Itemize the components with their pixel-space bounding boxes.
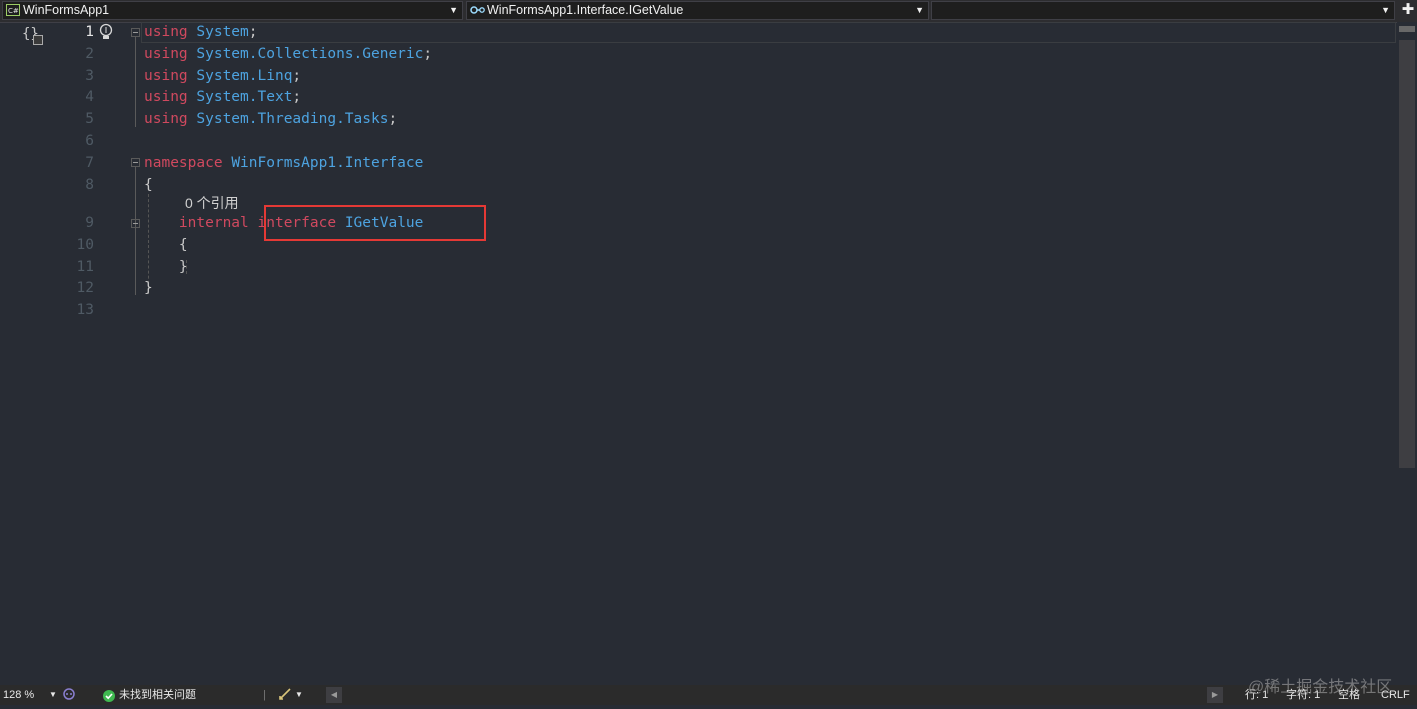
code-line: using System; [144,24,258,40]
line-number: 7 [85,154,94,171]
line-number: 13 [76,302,94,319]
zoom-level[interactable]: 128 % [3,685,34,705]
type-scope-name: WinFormsApp1.Interface.IGetValue [487,3,684,17]
chevron-down-icon[interactable]: ▼ [49,685,57,705]
outline-line [135,167,136,295]
split-window-icon[interactable]: ✚ [1399,0,1417,22]
chevron-down-icon: ▼ [915,5,924,15]
scroll-right-icon[interactable]: ▶ [1207,687,1223,703]
namespace-scope-icon: {} [22,26,43,45]
chevron-down-icon: ▼ [449,5,458,15]
line-number: 2 [85,45,94,62]
interface-icon [470,4,486,19]
copilot-icon[interactable] [62,686,76,707]
outline-line [135,37,136,127]
divider: | [263,689,266,701]
issues-status[interactable]: 未找到相关问题 [119,685,196,705]
interface-open-brace: { [178,236,188,253]
navigation-bar: C# WinFormsApp1 ▼ WinFormsApp1.Interface… [0,0,1417,23]
scroll-left-icon[interactable]: ◀ [326,687,342,703]
lightbulb-icon[interactable] [98,23,114,46]
code-line: using System.Collections.Generic; [144,45,433,62]
svg-text:C#: C# [8,7,19,15]
line-number: 6 [85,133,94,149]
annotation-highlight-box [264,205,486,241]
line-number: 12 [76,280,94,297]
namespace-close-brace: } [144,280,153,297]
current-line-highlight [141,22,1396,43]
project-name: WinFormsApp1 [23,3,110,17]
chevron-down-icon[interactable]: ▼ [295,685,303,705]
code-editor[interactable]: {} 1 2 3 4 5 6 7 8 9 10 11 12 13 using S… [0,22,1397,685]
scroll-track[interactable] [1399,40,1415,468]
csharp-project-icon: C# [6,4,20,19]
check-icon [103,689,115,709]
code-line: using System.Linq; [144,67,302,84]
line-number: 5 [85,111,94,128]
project-dropdown[interactable]: C# WinFormsApp1 ▼ [2,1,463,20]
chevron-down-icon: ▼ [1381,5,1390,15]
interface-close-brace: } [178,258,188,275]
code-line: using System.Text; [144,89,302,106]
line-number: 9 [85,215,94,231]
line-number: 3 [85,67,94,84]
namespace-open-brace: { [144,176,153,193]
type-dropdown[interactable]: WinFormsApp1.Interface.IGetValue ▼ [466,1,929,20]
codelens-references[interactable]: 0 个引用 [185,193,239,213]
line-number: 11 [76,258,94,275]
vertical-scrollbar[interactable] [1397,22,1417,685]
watermark: @稀土掘金技术社区 [1248,679,1393,696]
line-number: 1 [85,24,94,40]
line-number: 10 [76,236,94,253]
namespace-declaration: namespace WinFormsApp1.Interface [144,154,424,171]
code-line: using System.Threading.Tasks; [144,111,398,128]
line-number: 8 [85,176,94,193]
editor-status-bar: 128 % ▼ 未找到相关问题 | ▼ ◀ ▶ 行: 1 字符: 1 空格 CR… [0,685,1417,705]
member-dropdown[interactable]: ▼ [931,1,1395,20]
collapse-toggle[interactable] [131,28,140,37]
collapse-toggle[interactable] [131,219,140,228]
collapse-toggle[interactable] [131,158,140,167]
line-number: 4 [85,89,94,106]
scroll-thumb[interactable] [1399,26,1415,32]
